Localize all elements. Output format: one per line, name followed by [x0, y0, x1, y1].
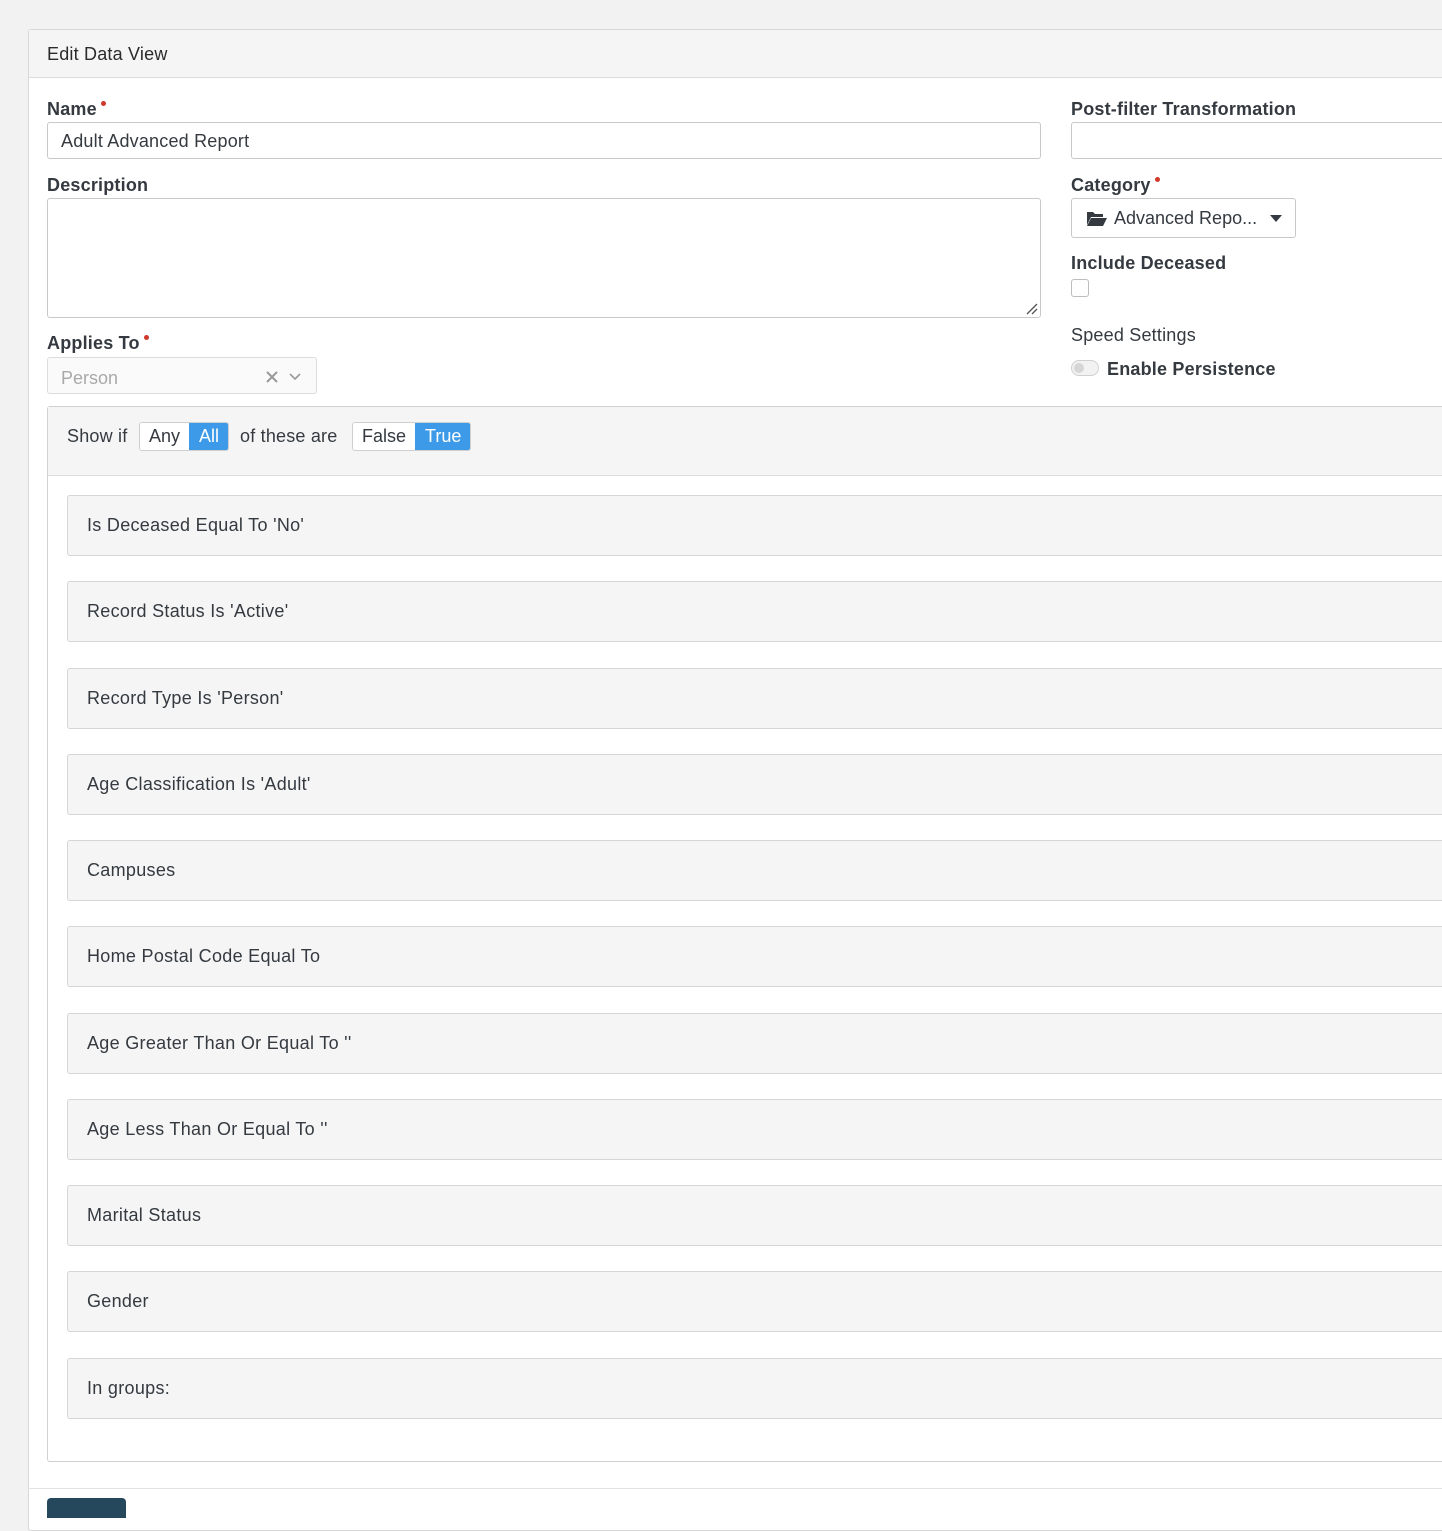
filter-rule-label: Home Postal Code Equal To	[87, 946, 321, 966]
name-label: Name	[47, 99, 106, 120]
category-picker[interactable]: Advanced Repo...	[1071, 198, 1296, 238]
any-button[interactable]: Any	[140, 423, 190, 450]
filter-rule[interactable]: Gender	[67, 1271, 1442, 1332]
filter-rule[interactable]: Record Type Is 'Person'	[67, 668, 1442, 729]
resize-grip-icon[interactable]	[1024, 301, 1038, 315]
false-true-toggle: False True	[352, 422, 472, 451]
applies-to-value: Person	[61, 368, 119, 388]
filter-rule-label: Age Greater Than Or Equal To ''	[87, 1033, 352, 1053]
footer-divider	[28, 1488, 1442, 1489]
save-button[interactable]	[47, 1498, 126, 1518]
filter-rule-label: Age Less Than Or Equal To ''	[87, 1119, 328, 1139]
name-input[interactable]: Adult Advanced Report	[47, 122, 1041, 159]
description-textarea[interactable]	[47, 198, 1041, 318]
clear-x-icon	[266, 371, 278, 383]
required-indicator	[1154, 177, 1160, 182]
filter-rule-label: Record Type Is 'Person'	[87, 688, 284, 708]
show-if-text: Show if	[67, 426, 128, 446]
filter-rule[interactable]: Home Postal Code Equal To	[67, 926, 1442, 987]
filter-rule-label: Age Classification Is 'Adult'	[87, 774, 311, 794]
false-button[interactable]: False	[353, 423, 416, 450]
description-label: Description	[47, 175, 149, 195]
true-button[interactable]: True	[415, 423, 471, 450]
category-label-text: Category	[1071, 175, 1151, 195]
all-button[interactable]: All	[189, 423, 229, 450]
applies-to-label-text: Applies To	[47, 333, 140, 353]
chevron-down-icon	[289, 373, 301, 381]
name-label-text: Name	[47, 99, 97, 119]
folder-open-icon	[1087, 212, 1107, 226]
name-input-value: Adult Advanced Report	[61, 131, 250, 151]
filter-rule[interactable]: Marital Status	[67, 1185, 1442, 1246]
panel-header: Edit Data View	[29, 30, 1442, 78]
filter-rule-label: Is Deceased Equal To 'No'	[87, 515, 305, 535]
post-filter-select[interactable]	[1071, 122, 1442, 159]
enable-persistence-toggle[interactable]	[1071, 360, 1099, 376]
speed-settings-label: Speed Settings	[1071, 325, 1196, 345]
required-indicator	[100, 101, 106, 106]
filter-rule[interactable]: Campuses	[67, 840, 1442, 901]
required-indicator	[143, 335, 149, 340]
filter-rule-label: In groups:	[87, 1378, 171, 1398]
filter-rule-label: Record Status Is 'Active'	[87, 601, 289, 621]
filter-group: Show if Any All of these are False True …	[47, 406, 1442, 1462]
toggle-knob	[1074, 363, 1084, 373]
filter-rule[interactable]: Age Greater Than Or Equal To ''	[67, 1013, 1442, 1074]
category-label: Category	[1071, 175, 1160, 196]
filter-rule[interactable]: Age Classification Is 'Adult'	[67, 754, 1442, 815]
applies-to-select: Person	[47, 357, 317, 394]
filter-rule-label: Marital Status	[87, 1205, 202, 1225]
include-deceased-checkbox[interactable]	[1071, 279, 1089, 297]
filter-rule[interactable]: In groups:	[67, 1358, 1442, 1419]
enable-persistence-label: Enable Persistence	[1107, 359, 1276, 379]
filter-rule[interactable]: Record Status Is 'Active'	[67, 581, 1442, 642]
filter-rule-label: Gender	[87, 1291, 149, 1311]
filter-rule-label: Campuses	[87, 860, 176, 880]
filter-group-header: Show if Any All of these are False True	[48, 407, 1442, 476]
applies-to-label: Applies To	[47, 333, 149, 354]
any-all-toggle: Any All	[139, 422, 230, 451]
include-deceased-label: Include Deceased	[1071, 253, 1227, 273]
category-value: Advanced Repo...	[1114, 208, 1258, 228]
caret-down-icon	[1270, 215, 1282, 222]
filter-rule[interactable]: Age Less Than Or Equal To ''	[67, 1099, 1442, 1160]
panel-title: Edit Data View	[47, 44, 168, 64]
filter-rule[interactable]: Is Deceased Equal To 'No'	[67, 495, 1442, 556]
of-these-are-text: of these are	[240, 426, 338, 446]
post-filter-label: Post-filter Transformation	[1071, 99, 1297, 119]
